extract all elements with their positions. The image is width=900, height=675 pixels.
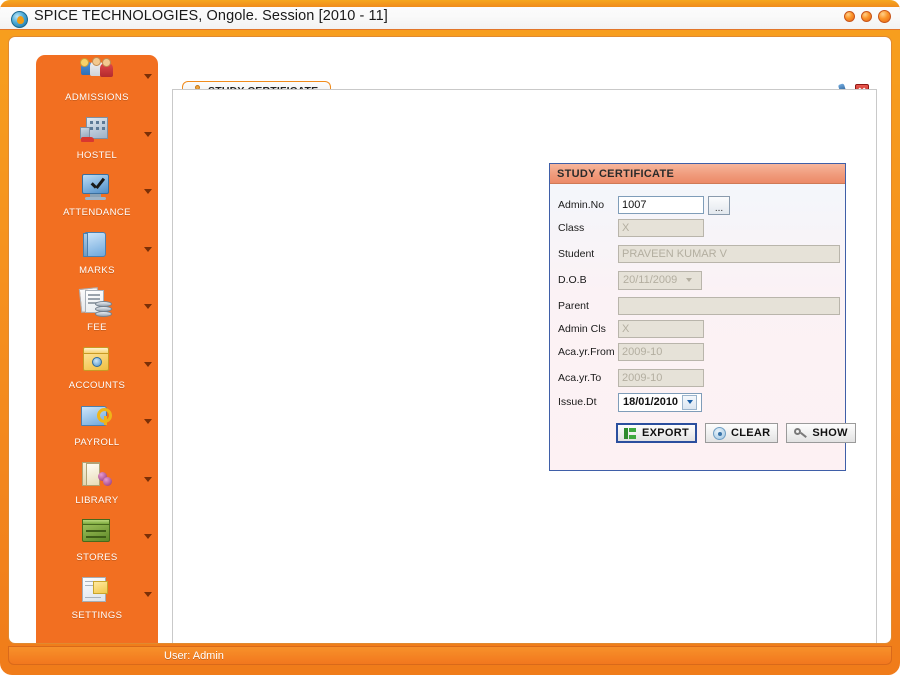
document-note-icon bbox=[78, 575, 116, 609]
chevron-down-icon[interactable] bbox=[144, 74, 152, 79]
folder-key-icon bbox=[78, 402, 116, 436]
maximize-button[interactable] bbox=[861, 11, 872, 22]
issue-date-value: 18/01/2010 bbox=[623, 396, 678, 408]
sidebar-navigation: ADMISSIONS HOSTEL ATTEN bbox=[36, 55, 158, 644]
status-user-text: User: Admin bbox=[164, 650, 224, 662]
issue-date-field[interactable]: 18/01/2010 bbox=[618, 393, 702, 412]
admin-cls-label: Admin Cls bbox=[558, 323, 618, 335]
aca-yr-to-field bbox=[618, 369, 704, 387]
title-bar-accent-strip bbox=[0, 0, 900, 7]
sidebar-item-settings[interactable]: SETTINGS bbox=[36, 573, 158, 631]
sidebar-item-fee[interactable]: FEE bbox=[36, 285, 158, 343]
sidebar-item-label: LIBRARY bbox=[75, 495, 118, 506]
show-button[interactable]: SHOW bbox=[786, 423, 855, 443]
client-area: ADMISSIONS HOSTEL ATTEN bbox=[8, 36, 892, 644]
clear-button[interactable]: CLEAR bbox=[705, 423, 778, 443]
monitor-check-icon bbox=[78, 172, 116, 206]
show-button-label: SHOW bbox=[812, 427, 847, 439]
aca-yr-from-label: Aca.yr.From bbox=[558, 346, 618, 358]
safe-box-icon bbox=[78, 345, 116, 379]
spice-logo-icon bbox=[11, 11, 28, 28]
sidebar-item-attendance[interactable]: ATTENDANCE bbox=[36, 170, 158, 228]
study-certificate-form: STUDY CERTIFICATE Admin.No ... Class Stu… bbox=[549, 163, 846, 471]
window-controls bbox=[844, 10, 891, 23]
people-icon bbox=[78, 57, 116, 91]
parent-field bbox=[618, 297, 840, 315]
sidebar-item-library[interactable]: LIBRARY bbox=[36, 458, 158, 516]
sidebar-item-payroll[interactable]: PAYROLL bbox=[36, 400, 158, 458]
chevron-down-icon[interactable] bbox=[144, 477, 152, 482]
dob-value: 20/11/2009 bbox=[623, 274, 677, 286]
sidebar-item-stores[interactable]: STORES bbox=[36, 515, 158, 573]
form-title: STUDY CERTIFICATE bbox=[557, 168, 674, 180]
student-field bbox=[618, 245, 840, 263]
class-label: Class bbox=[558, 222, 618, 234]
sidebar-item-hostel[interactable]: HOSTEL bbox=[36, 113, 158, 171]
form-actions: EXPORT CLEAR SHOW bbox=[616, 423, 856, 443]
sidebar-item-label: PAYROLL bbox=[74, 437, 119, 448]
dob-label: D.O.B bbox=[558, 274, 618, 286]
chevron-down-icon[interactable] bbox=[144, 534, 152, 539]
aca-yr-from-field bbox=[618, 343, 704, 361]
chevron-down-icon[interactable] bbox=[144, 304, 152, 309]
sidebar-item-label: ACCOUNTS bbox=[69, 380, 126, 391]
admin-no-field[interactable] bbox=[618, 196, 704, 214]
student-label: Student bbox=[558, 248, 618, 260]
status-bar: User: Admin bbox=[8, 646, 892, 665]
sidebar-item-marks[interactable]: MARKS bbox=[36, 228, 158, 286]
magnifier-icon bbox=[794, 427, 807, 440]
export-button[interactable]: EXPORT bbox=[616, 423, 697, 443]
sidebar-item-label: FEE bbox=[87, 322, 107, 333]
sidebar-item-accounts[interactable]: ACCOUNTS bbox=[36, 343, 158, 401]
chevron-down-icon[interactable] bbox=[144, 247, 152, 252]
aca-yr-to-label: Aca.yr.To bbox=[558, 372, 618, 384]
books-icon bbox=[78, 460, 116, 494]
documents-coins-icon bbox=[78, 287, 116, 321]
chevron-down-icon[interactable] bbox=[144, 189, 152, 194]
chevron-down-icon[interactable] bbox=[144, 132, 152, 137]
clear-button-label: CLEAR bbox=[731, 427, 770, 439]
chevron-down-icon[interactable] bbox=[682, 395, 697, 410]
book-icon bbox=[78, 230, 116, 264]
window-title: SPICE TECHNOLOGIES, Ongole. Session [201… bbox=[34, 8, 388, 24]
minimize-button[interactable] bbox=[844, 11, 855, 22]
class-field bbox=[618, 219, 704, 237]
dob-field: 20/11/2009 bbox=[618, 271, 702, 290]
sidebar-item-label: ADMISSIONS bbox=[65, 92, 129, 103]
admin-no-label: Admin.No bbox=[558, 199, 618, 211]
sidebar-item-label: SETTINGS bbox=[72, 610, 123, 621]
export-button-label: EXPORT bbox=[642, 427, 689, 439]
green-cabinet-icon bbox=[78, 517, 116, 551]
sidebar-item-label: ATTENDANCE bbox=[63, 207, 131, 218]
sidebar-item-admissions[interactable]: ADMISSIONS bbox=[36, 55, 158, 113]
form-header: STUDY CERTIFICATE bbox=[550, 164, 845, 184]
browse-button[interactable]: ... bbox=[708, 196, 730, 215]
chevron-down-icon[interactable] bbox=[144, 362, 152, 367]
application-window: SPICE TECHNOLOGIES, Ongole. Session [201… bbox=[0, 0, 900, 675]
sidebar-item-label: MARKS bbox=[79, 265, 115, 276]
title-bar: SPICE TECHNOLOGIES, Ongole. Session [201… bbox=[0, 0, 900, 30]
chevron-down-icon[interactable] bbox=[144, 592, 152, 597]
sidebar-item-label: STORES bbox=[76, 552, 117, 563]
building-icon bbox=[78, 115, 116, 149]
export-icon bbox=[624, 427, 637, 440]
chevron-down-icon[interactable] bbox=[144, 419, 152, 424]
chevron-down-icon bbox=[681, 273, 696, 288]
content-pane: STUDY CERTIFICATE Admin.No ... Class Stu… bbox=[172, 89, 877, 644]
parent-label: Parent bbox=[558, 300, 618, 312]
close-button[interactable] bbox=[878, 10, 891, 23]
admin-cls-field bbox=[618, 320, 704, 338]
sidebar-item-label: HOSTEL bbox=[77, 150, 117, 161]
clear-icon bbox=[713, 427, 726, 440]
issue-date-label: Issue.Dt bbox=[558, 396, 618, 408]
